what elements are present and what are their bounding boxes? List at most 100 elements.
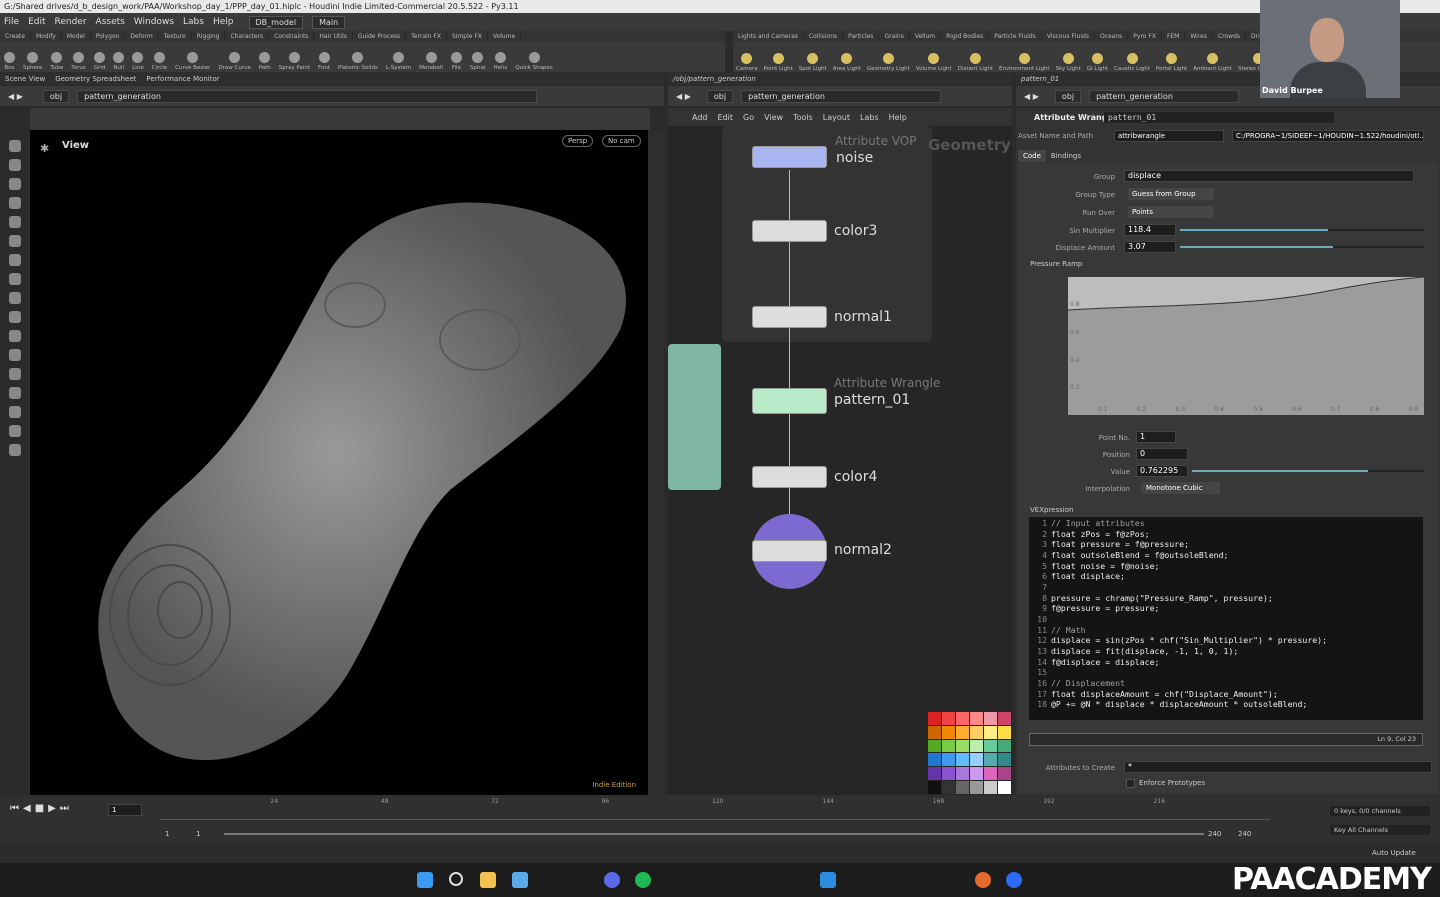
node-pattern01[interactable] — [752, 388, 827, 414]
run-over-menu[interactable]: Points — [1128, 206, 1214, 218]
auto-update[interactable]: Auto Update — [1372, 849, 1416, 857]
current-frame-field[interactable]: 1 — [108, 804, 142, 816]
shelf-tab[interactable]: Terrain FX — [406, 31, 447, 42]
pressure-ramp-graph[interactable]: 0.8 0.6 0.4 0.2 0.1 0.2 0.3 0.4 0.5 0.6 0.7 0.8… — [1068, 277, 1424, 415]
displace-amount-slider[interactable] — [1180, 246, 1424, 248]
network-menu-item[interactable]: Help — [889, 113, 907, 122]
light-tab[interactable]: Wires — [1185, 31, 1213, 42]
node-color3[interactable] — [752, 220, 827, 242]
asset-path-field[interactable]: C:/PROGRA~1/SIDEEF~1/HOUDIN~1.522/houdin… — [1232, 130, 1424, 142]
shelf-tool[interactable]: L-System — [382, 52, 415, 72]
shelf-tool[interactable]: Quick Shapes — [511, 52, 556, 72]
value-field[interactable]: 0.762295 — [1136, 465, 1188, 477]
left-tab[interactable]: Geometry Spreadsheet — [50, 75, 141, 83]
menu-render[interactable]: Render — [55, 17, 87, 27]
menu-windows[interactable]: Windows — [134, 17, 174, 27]
desktop-menu[interactable]: DB_model — [248, 15, 304, 29]
shelf-tool[interactable]: Circle — [148, 52, 171, 72]
light-tab[interactable]: Lights and Cameras — [733, 31, 804, 42]
tab-network[interactable]: /obj/pattern_generation — [668, 75, 761, 83]
light-tool[interactable]: Portal Light — [1153, 53, 1190, 72]
node-color4[interactable] — [752, 466, 827, 488]
shelf-tab[interactable]: Characters — [225, 31, 270, 42]
windows-start-icon[interactable] — [417, 872, 433, 888]
back-icon[interactable]: ◀ ▶ — [676, 92, 691, 101]
light-tool[interactable]: Ambient Light — [1190, 53, 1235, 72]
shelf-tab[interactable]: Modify — [31, 31, 62, 42]
path-obj[interactable]: obj — [42, 89, 70, 103]
desktop2-menu[interactable]: Main — [312, 15, 346, 29]
light-tool[interactable]: GI Light — [1084, 53, 1111, 72]
shelf-tool[interactable]: Torus — [67, 52, 89, 72]
vscode-icon[interactable] — [820, 872, 836, 888]
enforce-prototypes-checkbox[interactable] — [1126, 779, 1135, 788]
attributes-to-create-field[interactable]: * — [1124, 761, 1432, 773]
tab-params[interactable]: pattern_01 — [1016, 75, 1064, 83]
light-tool[interactable]: Spot Light — [796, 53, 830, 72]
playback-controls[interactable]: ⏮◀■▶⏭ — [10, 803, 73, 814]
shelf-tool[interactable]: Font — [314, 52, 334, 72]
node-normal1[interactable] — [752, 306, 827, 328]
light-tool[interactable]: Area Light — [830, 53, 864, 72]
range-end[interactable]: 240 — [1208, 830, 1221, 838]
shelf-tool[interactable]: Path — [255, 52, 275, 72]
menu-labs[interactable]: Labs — [183, 17, 204, 27]
shelf-tool[interactable]: File — [447, 52, 466, 72]
params-path-obj[interactable]: obj — [1054, 89, 1082, 103]
light-tab[interactable]: Oceans — [1095, 31, 1129, 42]
network-menu-item[interactable]: Edit — [718, 113, 734, 122]
light-tool[interactable]: Environment Light — [996, 53, 1053, 72]
search-icon[interactable] — [449, 872, 463, 886]
light-tab[interactable]: Particle Fluids — [989, 31, 1042, 42]
left-tab[interactable]: Performance Monitor — [141, 75, 224, 83]
range-slider[interactable] — [224, 833, 1204, 835]
light-tool[interactable]: Distant Light — [955, 53, 996, 72]
asset-name-field[interactable]: attribwrangle — [1114, 130, 1224, 142]
browser-icon[interactable] — [604, 872, 620, 888]
sin-multiplier-field[interactable]: 118.4 — [1124, 224, 1176, 236]
params-path-node[interactable]: pattern_generation — [1089, 89, 1240, 103]
shelf-tool[interactable]: Spiral — [466, 52, 490, 72]
light-tab[interactable]: Rigid Bodies — [941, 31, 990, 42]
network-menu-item[interactable]: Go — [743, 113, 754, 122]
shelf-tool[interactable]: Spray Paint — [275, 52, 314, 72]
light-tab[interactable]: Vellum — [910, 31, 942, 42]
menu-help[interactable]: Help — [213, 17, 234, 27]
net-path-node[interactable]: pattern_generation — [741, 89, 942, 103]
range-start2[interactable]: 1 — [196, 830, 200, 838]
shelf-tab[interactable]: Rigging — [192, 31, 226, 42]
shelf-tool[interactable]: Helix — [490, 52, 512, 72]
shelf-tab[interactable]: Create — [0, 31, 31, 42]
network-menu-item[interactable]: Layout — [823, 113, 850, 122]
light-tab[interactable]: Particles — [843, 31, 880, 42]
tab-bindings[interactable]: Bindings — [1046, 150, 1086, 162]
light-tab[interactable]: Grains — [879, 31, 910, 42]
shelf-tab[interactable]: Simple FX — [447, 31, 488, 42]
shelf-tab[interactable]: Polygon — [91, 31, 126, 42]
group-type-menu[interactable]: Guess from Group — [1128, 188, 1214, 200]
left-tab[interactable]: Scene View — [0, 75, 50, 83]
interpolation-menu[interactable]: Monotone Cubic — [1142, 482, 1220, 494]
menu-assets[interactable]: Assets — [96, 17, 125, 27]
timeline-ruler[interactable]: 24 48 72 96 120 144 168 192 216 — [160, 796, 1270, 820]
shelf-tool[interactable]: Tube — [46, 52, 67, 72]
light-tool[interactable]: Sky Light — [1053, 53, 1084, 72]
network-menu-item[interactable]: View — [764, 113, 783, 122]
displace-amount-field[interactable]: 3.07 — [1124, 241, 1176, 253]
range-end2[interactable]: 240 — [1238, 830, 1251, 838]
notes-icon[interactable] — [512, 872, 528, 888]
menu-file[interactable]: File — [4, 17, 19, 27]
zoom-icon[interactable] — [1006, 872, 1022, 888]
range-start[interactable]: 1 — [165, 830, 169, 838]
light-tool[interactable]: Point Light — [761, 53, 796, 72]
network-menu-item[interactable]: Add — [692, 113, 708, 122]
node-noise[interactable] — [752, 146, 827, 168]
back-icon[interactable]: ◀ ▶ — [1024, 92, 1039, 101]
light-tool[interactable]: Volume Light — [913, 53, 955, 72]
light-tab[interactable]: Collisions — [804, 31, 844, 42]
sin-multiplier-slider[interactable] — [1180, 229, 1424, 231]
light-tab[interactable]: Viscous Fluids — [1042, 31, 1095, 42]
shelf-tool[interactable]: Sphere — [19, 52, 46, 72]
shelf-tab[interactable]: Hair Utils — [314, 31, 353, 42]
tab-code[interactable]: Code — [1018, 150, 1046, 162]
